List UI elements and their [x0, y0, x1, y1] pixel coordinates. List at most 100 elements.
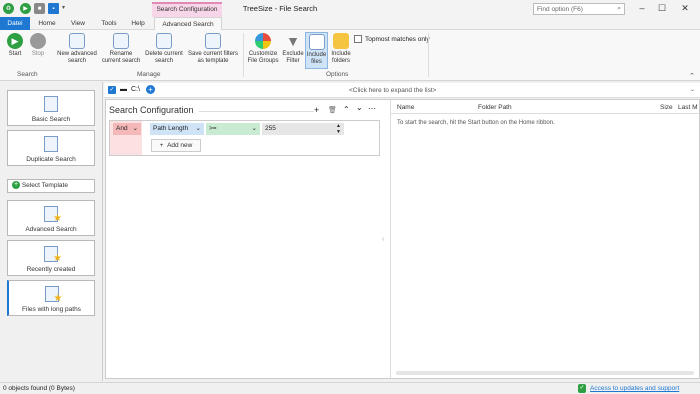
- file-icon: [308, 34, 325, 50]
- rename-search-button[interactable]: Rename current search: [101, 33, 141, 64]
- title-rule: [199, 111, 314, 112]
- include-folders-button[interactable]: Include folders: [329, 33, 353, 64]
- plus-icon: +: [159, 142, 164, 149]
- save-filters-template-button[interactable]: Save current filters as template: [186, 33, 240, 64]
- stop-quick-icon[interactable]: ■: [34, 3, 45, 14]
- group-divider: [243, 33, 244, 77]
- group-label-options: Options: [326, 71, 349, 78]
- maximize-button[interactable]: ☐: [654, 2, 670, 14]
- add-path-icon[interactable]: +: [146, 85, 155, 94]
- dropdown-icon: ⌄: [195, 125, 201, 132]
- close-button[interactable]: ✕: [677, 2, 693, 14]
- minimize-button[interactable]: –: [634, 2, 650, 14]
- file-groups-icon: [255, 33, 271, 49]
- value-input[interactable]: 255 ▲ ▼: [262, 123, 344, 135]
- group-label-search: Search: [17, 71, 38, 78]
- drive-path: C:\: [131, 86, 140, 93]
- tab-tools[interactable]: Tools: [97, 17, 121, 30]
- operator-select[interactable]: And ⌄: [113, 123, 141, 135]
- basic-search-tile[interactable]: Basic Search: [7, 90, 95, 126]
- search-config-title: Search Configuration: [109, 105, 194, 115]
- empty-results-message: To start the search, hit the Start butto…: [397, 120, 555, 126]
- long-paths-icon: ★: [44, 286, 63, 304]
- more-icon[interactable]: ⋯: [368, 104, 376, 113]
- checkbox-checked-icon[interactable]: ✓: [108, 86, 116, 94]
- add-new-button[interactable]: + Add new: [151, 139, 201, 152]
- trash-icon[interactable]: 🗑: [328, 106, 337, 114]
- new-search-icon: [69, 33, 85, 49]
- header-rule: [391, 113, 699, 114]
- start-button[interactable]: ▶ Start: [4, 33, 26, 58]
- tab-datei[interactable]: Datei: [0, 17, 30, 30]
- files-long-paths-tile[interactable]: ★ Files with long paths: [7, 280, 95, 316]
- delete-search-button[interactable]: Delete current search: [143, 33, 185, 64]
- tab-home[interactable]: Home: [34, 17, 60, 30]
- checkbox-box[interactable]: [354, 35, 362, 43]
- add-icon[interactable]: +: [314, 105, 319, 115]
- column-folder-path[interactable]: Folder Path: [478, 104, 512, 111]
- recently-created-tile[interactable]: ★ Recently created: [7, 240, 95, 276]
- expand-list-link[interactable]: <Click here to expand the list>: [349, 87, 436, 94]
- column-name[interactable]: Name: [397, 104, 414, 111]
- field-select[interactable]: Path Length ⌄: [150, 123, 204, 135]
- start-quick-icon[interactable]: ▶: [20, 3, 31, 14]
- save-template-icon: [205, 33, 221, 49]
- duplicate-search-icon: [44, 136, 58, 152]
- recently-created-icon: ★: [44, 246, 62, 264]
- group-divider: [428, 33, 429, 77]
- objects-found-status: 0 objects found (0 Bytes): [3, 385, 75, 392]
- tab-view[interactable]: View: [66, 17, 90, 30]
- path-bar: ✓ ▬ C:\ + <Click here to expand the list…: [104, 83, 700, 98]
- topmost-matches-checkbox[interactable]: Topmost matches only: [354, 35, 430, 43]
- drive-icon: ▬: [120, 86, 127, 93]
- include-files-button[interactable]: Include files: [305, 32, 328, 69]
- collapse-ribbon-icon[interactable]: ⌃: [689, 72, 695, 80]
- ribbon: ▶ Start Stop New advanced search Rename …: [0, 30, 700, 81]
- select-template-button[interactable]: + Select Template: [7, 179, 95, 193]
- search-icon: ⌕: [617, 5, 621, 12]
- ribbon-tabs: Datei Home View Tools Help Advanced Sear…: [0, 17, 700, 30]
- play-icon: ▶: [7, 33, 23, 49]
- stop-icon: [30, 33, 46, 49]
- advanced-search-tile[interactable]: ★ Advanced Search: [7, 200, 95, 236]
- updates-support-link[interactable]: Access to updates and support: [590, 383, 679, 394]
- duplicate-search-tile[interactable]: Duplicate Search: [7, 130, 95, 166]
- filter-icon: ▼: [286, 33, 300, 49]
- dropdown-icon: ⌄: [132, 125, 138, 132]
- title-bar: ♻ ▶ ■ ▪ ▾ Search Configuration TreeSize …: [0, 0, 700, 17]
- new-advanced-search-button[interactable]: New advanced search: [55, 33, 99, 64]
- customize-file-groups-button[interactable]: Customize File Groups: [246, 33, 280, 64]
- delete-icon: [156, 33, 172, 49]
- panel-splitter[interactable]: [390, 100, 391, 378]
- column-last-modified[interactable]: Last M: [678, 104, 698, 111]
- app-icon: ♻: [3, 3, 14, 14]
- plus-circle-icon: +: [12, 181, 20, 190]
- spinner-icon[interactable]: ▲ ▼: [336, 123, 341, 135]
- column-size[interactable]: Size: [660, 104, 673, 111]
- main-area: Search Configuration + 🗑 ⌃ ⌄ ⋯ And ⌄ Path…: [105, 99, 700, 379]
- qat-dropdown-icon[interactable]: ▾: [62, 4, 65, 11]
- comparison-select[interactable]: >= ⌄: [206, 123, 260, 135]
- basic-search-icon: [44, 96, 58, 112]
- group-label-manage: Manage: [137, 71, 161, 78]
- window-title: TreeSize - File Search: [242, 4, 318, 13]
- tab-advanced-search[interactable]: Advanced Search: [154, 17, 222, 30]
- chevron-down-icon[interactable]: ⌄: [690, 86, 695, 93]
- tab-help[interactable]: Help: [127, 17, 149, 30]
- stop-button[interactable]: Stop: [27, 33, 49, 58]
- status-bar: 0 objects found (0 Bytes) ✓ Access to up…: [0, 382, 700, 394]
- find-option-input[interactable]: Find option (F6) ⌕: [533, 3, 625, 15]
- filter-rule-row: And ⌄ Path Length ⌄ >= ⌄ 255 ▲ ▼ + Add new: [109, 120, 380, 156]
- exclude-filter-button[interactable]: ▼ Exclude Filter: [281, 33, 305, 64]
- rename-icon: [113, 33, 129, 49]
- chevron-down-icon[interactable]: ⌄: [356, 103, 363, 112]
- shield-icon: ✓: [578, 384, 586, 393]
- advanced-search-icon: ★: [44, 206, 62, 224]
- save-quick-icon[interactable]: ▪: [48, 3, 59, 14]
- horizontal-scrollbar[interactable]: [396, 371, 694, 375]
- collapse-arrow-icon[interactable]: ‹: [382, 236, 384, 243]
- chevron-up-icon[interactable]: ⌃: [343, 105, 350, 114]
- dropdown-icon: ⌄: [251, 125, 257, 132]
- search-type-panel: Basic Search Duplicate Search + Select T…: [0, 82, 103, 381]
- folder-icon: [333, 33, 349, 49]
